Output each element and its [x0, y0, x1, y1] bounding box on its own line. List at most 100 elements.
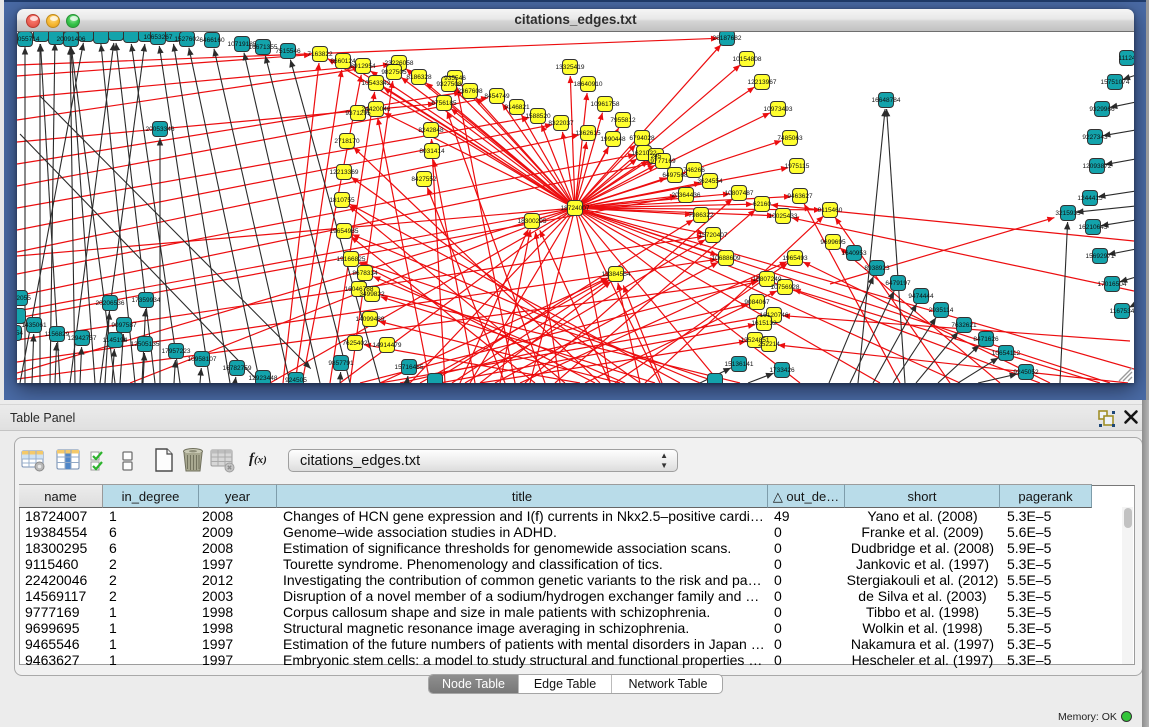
svg-text:8912954: 8912954 — [350, 63, 376, 70]
svg-text:10958107: 10958107 — [188, 356, 217, 363]
svg-text:11124: 11124 — [1118, 55, 1134, 62]
svg-text:8678334: 8678334 — [352, 270, 378, 277]
svg-text:12505135: 12505135 — [131, 341, 160, 348]
svg-text:1145194: 1145194 — [103, 337, 128, 344]
svg-text:10653267: 10653267 — [144, 34, 173, 41]
svg-text:17359934: 17359934 — [132, 297, 161, 304]
svg-text:1810755: 1810755 — [329, 197, 355, 204]
svg-text:14099489: 14099489 — [356, 316, 385, 323]
svg-text:2718170: 2718170 — [334, 138, 360, 145]
svg-text:9329966: 9329966 — [1089, 106, 1115, 113]
svg-text:17016504: 17016504 — [1098, 281, 1127, 288]
svg-text:1640953: 1640953 — [841, 250, 867, 257]
svg-text:15692971: 15692971 — [1086, 253, 1115, 260]
svg-text:23226058: 23226058 — [385, 60, 414, 67]
svg-text:15716485: 15716485 — [395, 364, 424, 371]
svg-text:8186328: 8186328 — [406, 74, 432, 81]
svg-text:262055: 262055 — [17, 295, 31, 302]
svg-text:9327508: 9327508 — [436, 81, 462, 88]
svg-text:1435061: 1435061 — [21, 322, 47, 329]
svg-text:9115460: 9115460 — [818, 207, 843, 214]
svg-text:924505: 924505 — [285, 377, 307, 383]
svg-text:14914479: 14914479 — [373, 342, 402, 349]
svg-text:8471626: 8471626 — [973, 336, 999, 343]
svg-text:10688609: 10688609 — [712, 255, 741, 262]
svg-text:18300295: 18300295 — [518, 218, 547, 225]
svg-text:2367608: 2367608 — [457, 88, 483, 95]
svg-text:8322037: 8322037 — [548, 120, 574, 127]
svg-text:9827505: 9827505 — [381, 69, 407, 76]
svg-text:3499822: 3499822 — [359, 291, 385, 298]
svg-text:9146821: 9146821 — [504, 104, 530, 111]
svg-text:1167534: 1167534 — [1110, 308, 1134, 315]
svg-text:20206536: 20206536 — [96, 300, 125, 307]
svg-text:19384554: 19384554 — [602, 271, 631, 278]
svg-text:1990448: 1990448 — [600, 136, 626, 143]
svg-text:12093872: 12093872 — [1083, 163, 1112, 170]
svg-text:1156829: 1156829 — [45, 331, 70, 338]
svg-text:2935114: 2935114 — [929, 307, 954, 314]
svg-text:9084067: 9084067 — [744, 299, 770, 306]
svg-text:10807487: 10807487 — [725, 190, 754, 197]
svg-text:1965493: 1965493 — [782, 255, 808, 262]
svg-text:1527602: 1527602 — [174, 36, 200, 43]
svg-text:18807249: 18807249 — [753, 276, 782, 283]
svg-text:6479197: 6479197 — [885, 280, 911, 287]
svg-text:8454749: 8454749 — [484, 93, 510, 100]
svg-text:7485063: 7485063 — [777, 135, 803, 142]
svg-text:1588520: 1588520 — [525, 113, 551, 120]
svg-text:9227343: 9227343 — [1082, 134, 1108, 141]
svg-text:3624554: 3624554 — [697, 178, 723, 185]
svg-text:39154: 39154 — [17, 330, 23, 337]
svg-text:9463627: 9463627 — [787, 193, 813, 200]
svg-text:17957223: 17957223 — [162, 348, 191, 355]
svg-text:6756185: 6756185 — [431, 100, 457, 107]
svg-text:18724007: 18724007 — [561, 205, 590, 212]
svg-text:7163822: 7163822 — [307, 51, 333, 58]
svg-text:9245052: 9245052 — [1013, 369, 1039, 376]
svg-text:10543342: 10543342 — [362, 80, 391, 87]
svg-text:20091406: 20091406 — [57, 36, 86, 43]
svg-text:6794028: 6794028 — [629, 135, 655, 142]
svg-text:16671355: 16671355 — [249, 44, 278, 51]
svg-text:10973493: 10973493 — [764, 106, 793, 113]
svg-text:8242848: 8242848 — [418, 127, 444, 134]
svg-text:7632621: 7632621 — [951, 322, 977, 329]
svg-text:7625402: 7625402 — [342, 340, 368, 347]
svg-text:10961758: 10961758 — [591, 101, 620, 108]
svg-text:14055714: 14055714 — [17, 36, 40, 43]
svg-text:9857791: 9857791 — [328, 360, 354, 367]
svg-text:20053346: 20053346 — [146, 126, 175, 133]
svg-text:16210643: 16210643 — [1079, 224, 1108, 231]
svg-text:16120746: 16120746 — [760, 312, 789, 319]
svg-text:1362615: 1362615 — [575, 130, 601, 137]
svg-text:26187682: 26187682 — [713, 35, 742, 42]
svg-text:16782759: 16782759 — [223, 365, 252, 372]
svg-text:12213369: 12213369 — [330, 169, 359, 176]
svg-text:7955812: 7955812 — [610, 117, 636, 124]
svg-text:19654985: 19654985 — [330, 228, 359, 235]
svg-text:8427552: 8427552 — [411, 176, 437, 183]
svg-text:15751074: 15751074 — [1101, 79, 1130, 86]
svg-text:18640910: 18640910 — [574, 81, 603, 88]
svg-text:8938923: 8938923 — [864, 265, 890, 272]
svg-text:9777169: 9777169 — [650, 158, 676, 165]
svg-text:9371295: 9371295 — [345, 110, 371, 117]
svg-text:6497568: 6497568 — [662, 172, 688, 179]
svg-text:3215935: 3215935 — [1055, 210, 1081, 217]
svg-text:10025433: 10025433 — [769, 213, 798, 220]
svg-text:1975115: 1975115 — [785, 163, 810, 170]
svg-text:9474444: 9474444 — [908, 293, 934, 300]
svg-text:13325419: 13325419 — [556, 64, 585, 71]
svg-text:62160: 62160 — [753, 201, 771, 208]
svg-text:19166825: 19166825 — [337, 256, 366, 263]
svg-text:9097587: 9097587 — [111, 322, 137, 329]
svg-text:7515546: 7515546 — [275, 48, 301, 55]
svg-text:10756928: 10756928 — [771, 284, 800, 291]
svg-text:8031414: 8031414 — [419, 148, 445, 155]
svg-text:12942757: 12942757 — [68, 335, 97, 342]
svg-text:12923448: 12923448 — [249, 375, 278, 382]
svg-text:15720407: 15720407 — [699, 232, 728, 239]
svg-text:1615132: 1615132 — [751, 320, 777, 327]
svg-text:10654112: 10654112 — [992, 350, 1021, 357]
